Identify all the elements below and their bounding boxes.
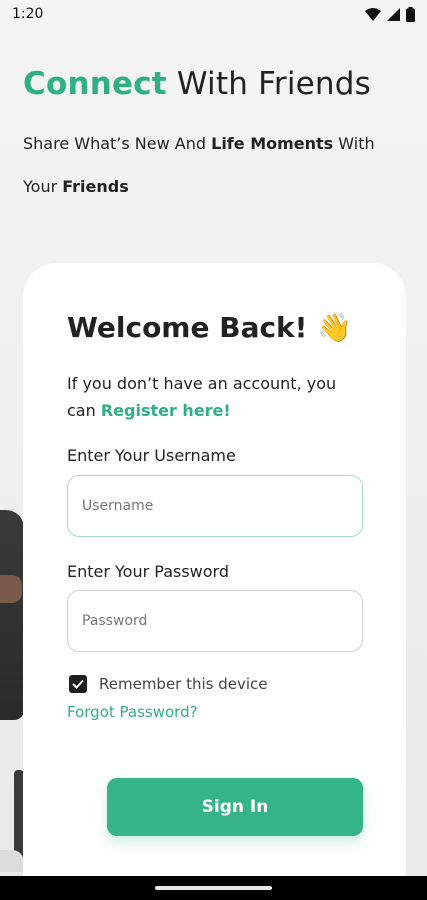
password-input[interactable] <box>67 590 363 652</box>
hero-subtitle-text: Share What’s New And <box>23 134 212 153</box>
background-person-foot <box>0 850 24 872</box>
hero-title: Connect With Friends <box>23 66 371 102</box>
register-prompt: If you don’t have an account, you can Re… <box>67 370 367 424</box>
waving-hand-icon: 👋 <box>317 311 353 344</box>
remember-device-row[interactable]: Remember this device <box>69 675 268 693</box>
login-card: Welcome Back! 👋 If you don’t have an acc… <box>23 263 406 883</box>
register-link[interactable]: Register here! <box>101 401 231 420</box>
home-gesture-handle[interactable] <box>155 886 272 890</box>
remember-checkbox[interactable] <box>69 675 87 693</box>
status-icons <box>365 6 415 22</box>
hero-subtitle-bold: Friends <box>62 177 129 196</box>
status-bar: 1:20 <box>0 0 427 28</box>
hero-title-rest: With Friends <box>166 66 371 102</box>
hero-subtitle-bold: Life Moments <box>211 134 334 153</box>
navigation-bar <box>0 876 427 900</box>
checkmark-icon <box>72 679 84 689</box>
battery-icon <box>406 6 415 22</box>
password-label: Enter Your Password <box>67 562 230 581</box>
remember-label: Remember this device <box>99 675 268 693</box>
background-person-arm <box>0 575 22 603</box>
hero-title-accent: Connect <box>23 66 167 102</box>
sign-in-button[interactable]: Sign In <box>107 778 363 836</box>
signal-icon <box>387 7 400 21</box>
wifi-icon <box>365 7 381 21</box>
forgot-password-link[interactable]: Forgot Password? <box>67 703 198 721</box>
hero-subtitle: Share What’s New And Life Moments With Y… <box>23 122 403 208</box>
username-input[interactable] <box>67 475 363 537</box>
username-label: Enter Your Username <box>67 446 236 465</box>
status-time: 1:20 <box>12 6 44 22</box>
welcome-heading: Welcome Back! 👋 <box>67 311 352 344</box>
background-person <box>0 510 24 720</box>
welcome-text: Welcome Back! <box>67 311 318 344</box>
